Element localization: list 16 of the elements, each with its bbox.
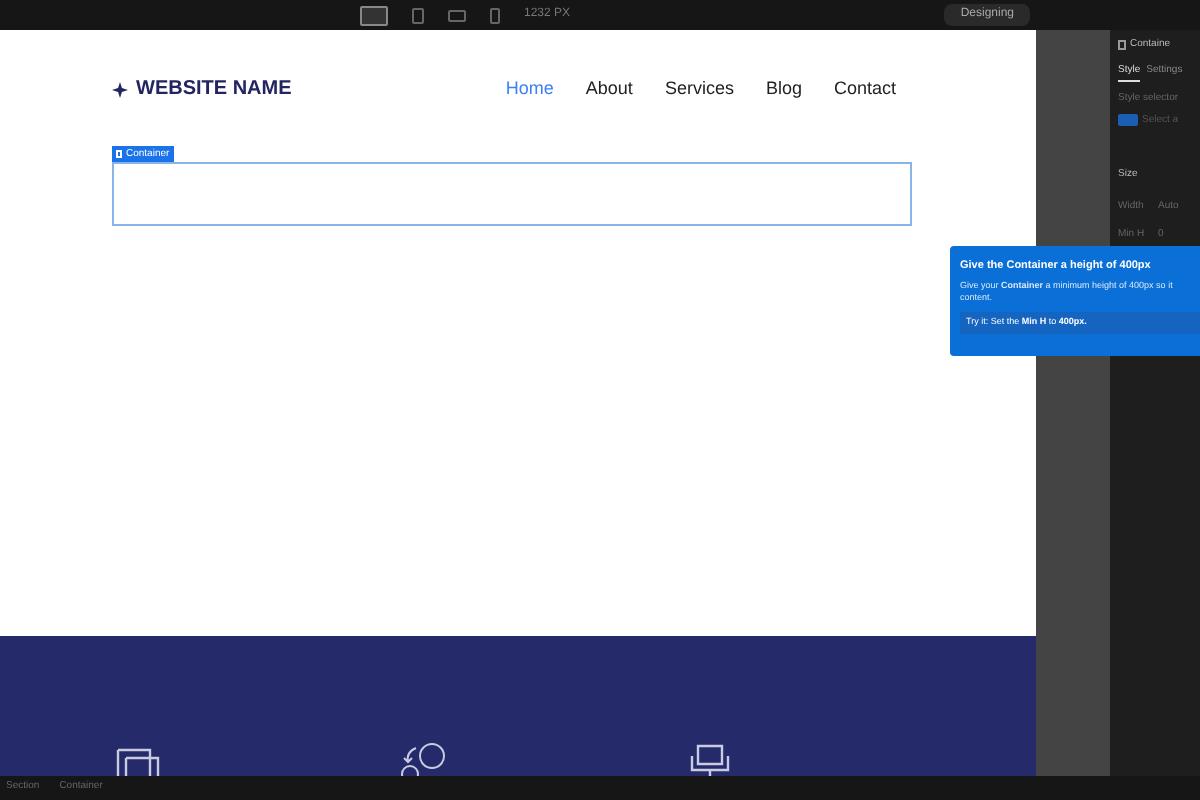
sparkle-icon [112, 81, 128, 97]
selector-chip[interactable] [1118, 114, 1138, 127]
selected-container[interactable] [112, 162, 912, 226]
nav-link[interactable]: About [585, 75, 633, 103]
container-icon [1118, 40, 1126, 51]
nav-link[interactable]: Home [505, 75, 554, 103]
nav-link[interactable]: Services [664, 75, 734, 103]
documents-icon [116, 748, 160, 776]
desktop-view-icon[interactable] [360, 5, 388, 25]
tablet-view-icon[interactable] [412, 7, 424, 23]
nav-link[interactable]: Blog [765, 75, 802, 103]
chair-icon [688, 744, 732, 776]
nav-link[interactable]: Contact [833, 75, 896, 103]
site-logo[interactable]: WEBSITE NAME [136, 74, 292, 104]
phone-view-icon[interactable] [490, 7, 500, 23]
landscape-view-icon[interactable] [448, 9, 466, 21]
